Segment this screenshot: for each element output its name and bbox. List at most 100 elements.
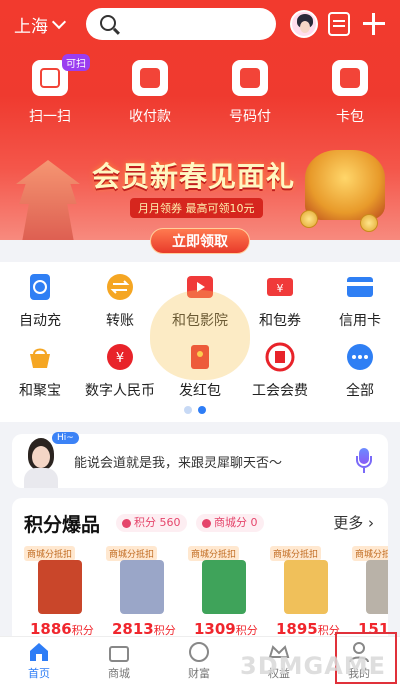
product-price: 1886积分 <box>30 620 94 636</box>
auto-recharge-icon <box>25 272 55 302</box>
banner-title: 会员新春见面礼 <box>92 160 296 193</box>
quick-action-payment[interactable]: 收付款 <box>110 60 190 126</box>
microphone-icon[interactable] <box>356 448 372 474</box>
service-union-fee[interactable]: 工会会费 <box>240 342 320 400</box>
service-transfer[interactable]: 转账 <box>80 272 160 330</box>
tab-mall[interactable]: 商城 <box>84 641 154 681</box>
union-fee-icon <box>265 342 295 372</box>
product-tag: 商城分抵扣 <box>106 546 158 561</box>
quick-action-number-pay[interactable]: 号码付 <box>210 60 290 126</box>
product-image <box>120 560 164 614</box>
quick-action-label: 号码付 <box>229 109 271 125</box>
mall-label: 商城分 0 <box>214 516 258 529</box>
points-balance[interactable]: 积分 560 <box>116 514 187 532</box>
quick-action-label: 扫一扫 <box>29 109 71 125</box>
service-label: 自动充 <box>19 313 61 329</box>
page-dot-active <box>198 406 206 414</box>
product-price: 1309积分 <box>194 620 258 636</box>
watermark-text: 3DMGAME <box>240 652 387 680</box>
product-tag: 商城分抵扣 <box>188 546 240 561</box>
points-section: 积分爆品 积分 560 商城分 0 更多 › 商城分抵扣 1886积分 商城分抵… <box>12 498 388 636</box>
service-credit-card[interactable]: 信用卡 <box>320 272 400 330</box>
service-label: 全部 <box>346 383 374 399</box>
product-card[interactable]: 商城分抵扣 1895积分 <box>270 546 344 636</box>
more-label: 更多 <box>333 514 364 532</box>
svg-text:¥: ¥ <box>116 351 124 366</box>
mascot-watermark <box>150 290 250 380</box>
service-label: 信用卡 <box>339 313 381 329</box>
coin-icon <box>300 210 318 228</box>
more-link[interactable]: 更多 › <box>333 512 374 533</box>
product-image <box>38 560 82 614</box>
product-card[interactable]: 商城分抵扣 1309积分 <box>188 546 262 636</box>
page-indicator <box>184 406 206 414</box>
all-services-icon <box>345 342 375 372</box>
svg-text:¥: ¥ <box>277 282 284 295</box>
assistant-prompt: 能说会道就是我，来跟灵犀聊天否～ <box>74 456 283 471</box>
quick-action-scan[interactable]: 扫一扫 可扫 <box>10 54 90 126</box>
service-label: 发红包 <box>179 383 221 399</box>
product-price: 1895积分 <box>276 620 340 636</box>
promo-banner[interactable]: 会员新春见面礼 月月领券 最高可领10元 立即领取 <box>0 140 400 260</box>
product-card[interactable]: 商城分抵扣 2813积分 <box>106 546 180 636</box>
credit-card-icon <box>345 272 375 302</box>
product-card[interactable]: 商城分抵扣 1886积分 <box>24 546 98 636</box>
service-label: 转账 <box>106 313 134 329</box>
banner-subtitle: 月月领券 最高可领10元 <box>130 198 263 218</box>
page-dot <box>184 406 192 414</box>
quick-action-label: 卡包 <box>336 109 364 125</box>
treasure-bag-illustration <box>305 150 385 220</box>
top-bar: 上海 <box>0 8 400 40</box>
treasure-icon <box>25 342 55 372</box>
pagoda-illustration <box>10 140 80 250</box>
product-image <box>366 560 388 614</box>
voucher-icon: ¥ <box>265 272 295 302</box>
claim-button[interactable]: 立即领取 <box>150 228 250 254</box>
number-pay-icon <box>232 60 268 96</box>
city-selector[interactable]: 上海 <box>14 12 67 37</box>
wealth-icon <box>188 641 210 663</box>
search-input[interactable] <box>86 8 276 40</box>
tab-wealth[interactable]: 财富 <box>164 641 234 681</box>
product-tag: 商城分抵扣 <box>352 546 388 561</box>
transfer-icon <box>105 272 135 302</box>
avatar[interactable] <box>290 10 318 38</box>
service-auto-recharge[interactable]: 自动充 <box>0 272 80 330</box>
card-wallet-icon <box>332 60 368 96</box>
digital-rmb-icon: ¥ <box>105 342 135 372</box>
payment-icon <box>132 60 168 96</box>
search-icon <box>100 15 116 31</box>
product-price: 2813积分 <box>112 620 176 636</box>
tab-label: 商城 <box>108 667 130 680</box>
assistant-bar[interactable]: Hi~ 能说会道就是我，来跟灵犀聊天否～ <box>12 432 388 488</box>
service-treasure[interactable]: 和聚宝 <box>0 342 80 400</box>
service-digital-rmb[interactable]: ¥ 数字人民币 <box>80 342 160 400</box>
scan-badge: 可扫 <box>62 54 90 71</box>
product-card[interactable]: 商城分抵扣 151 <box>352 546 388 636</box>
mall-balance[interactable]: 商城分 0 <box>196 514 264 532</box>
points-label: 积分 560 <box>134 516 181 529</box>
product-tag: 商城分抵扣 <box>270 546 322 561</box>
product-image <box>202 560 246 614</box>
tab-label: 首页 <box>28 667 50 680</box>
quick-action-label: 收付款 <box>129 109 171 125</box>
chevron-down-icon <box>51 14 67 30</box>
service-label: 数字人民币 <box>85 383 155 399</box>
mall-icon <box>108 641 130 663</box>
hi-badge: Hi~ <box>52 432 79 444</box>
service-label: 和包券 <box>259 313 301 329</box>
quick-actions: 扫一扫 可扫 收付款 号码付 卡包 <box>0 54 400 130</box>
message-icon[interactable] <box>328 12 350 36</box>
service-label: 和聚宝 <box>19 383 61 399</box>
city-label: 上海 <box>14 17 48 37</box>
home-icon <box>28 641 50 663</box>
tab-label: 财富 <box>188 667 210 680</box>
service-all[interactable]: 全部 <box>320 342 400 400</box>
add-icon[interactable] <box>362 12 386 36</box>
service-label: 工会会费 <box>252 383 308 399</box>
quick-action-card-wallet[interactable]: 卡包 <box>310 60 390 126</box>
service-voucher[interactable]: ¥ 和包券 <box>240 272 320 330</box>
tab-home[interactable]: 首页 <box>4 641 74 681</box>
section-title: 积分爆品 <box>24 514 101 536</box>
coin-icon <box>360 214 378 232</box>
